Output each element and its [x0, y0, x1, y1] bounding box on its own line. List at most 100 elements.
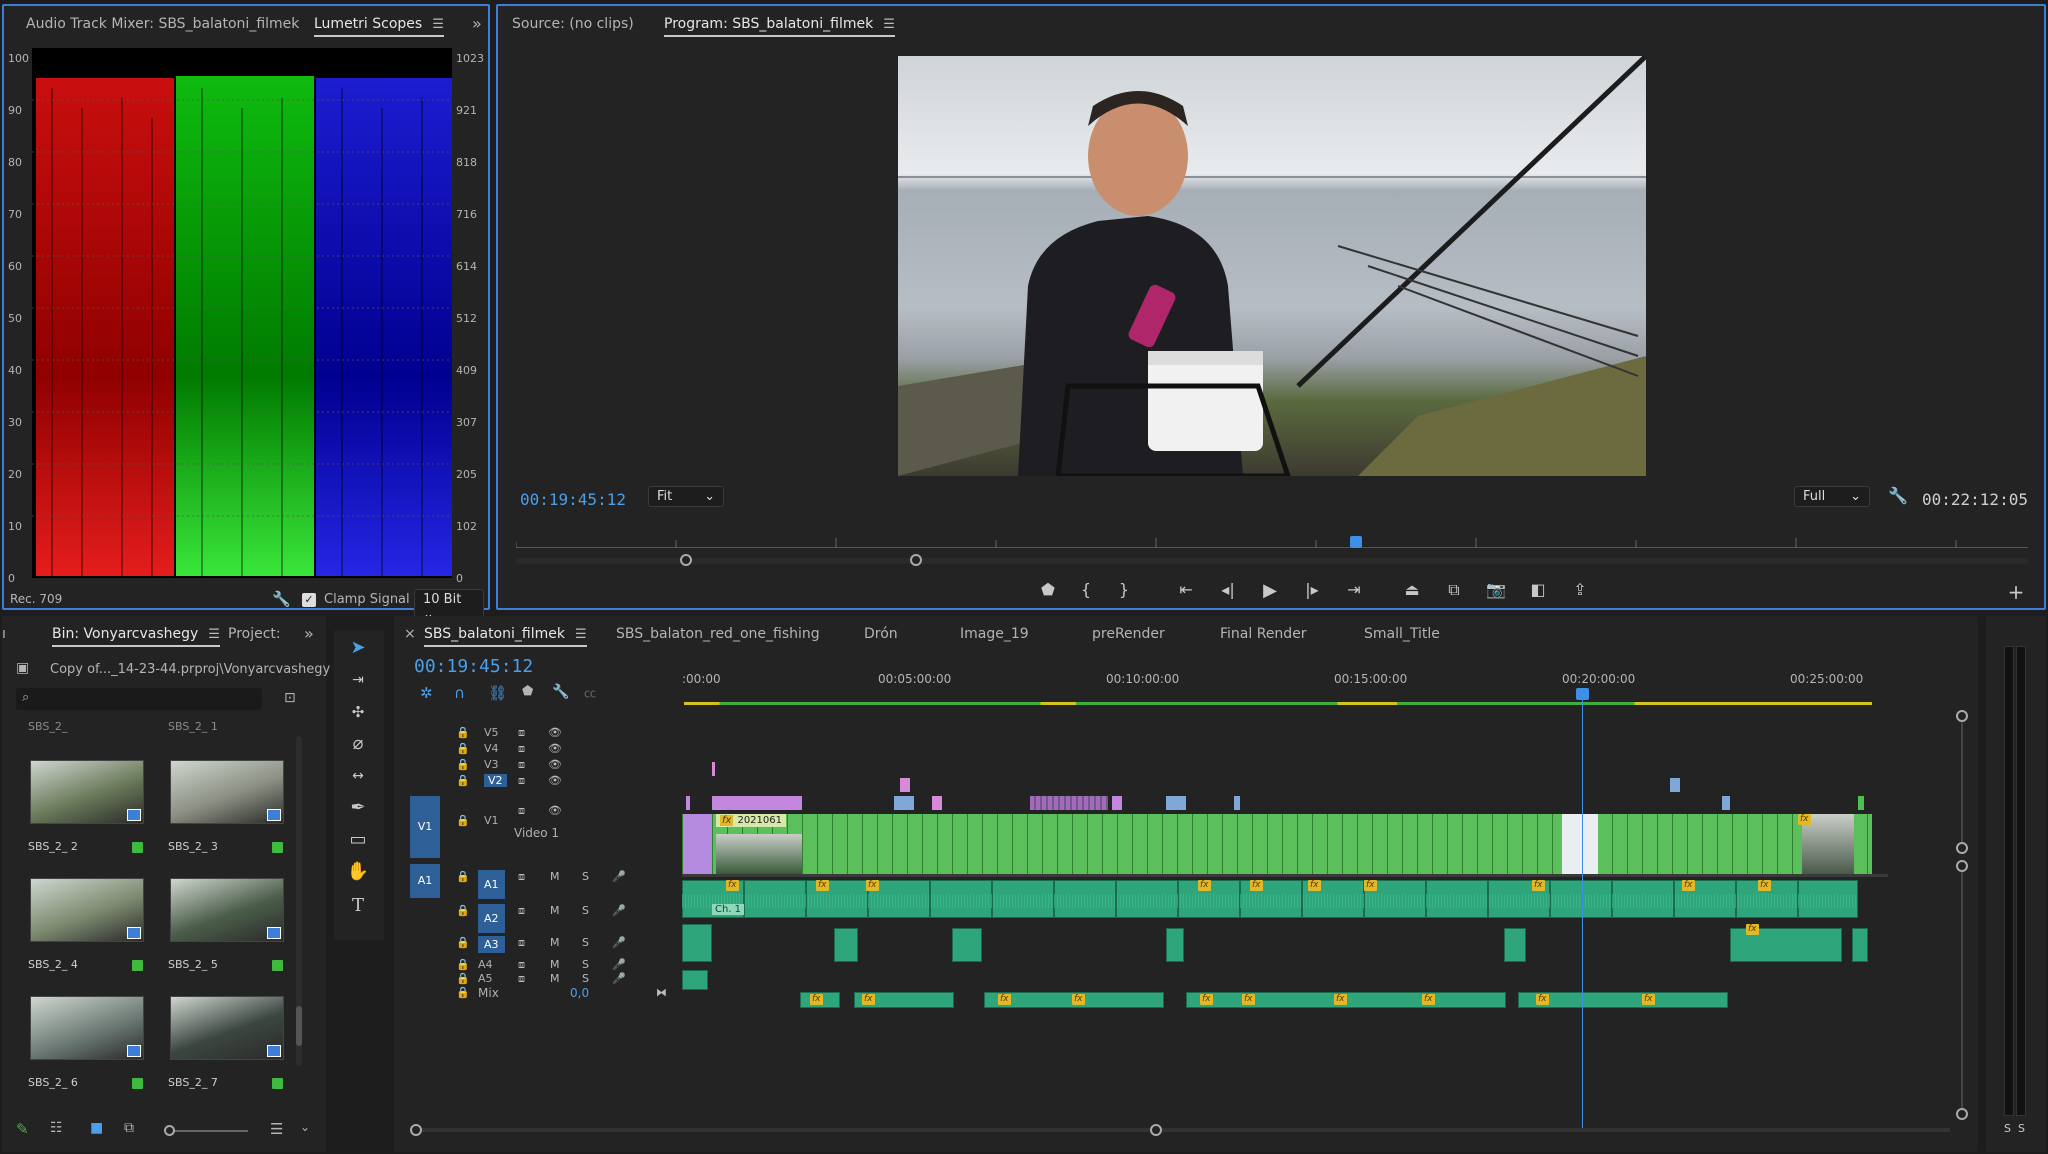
go-to-in-icon[interactable]: ⇤: [1174, 580, 1198, 599]
lock-icon[interactable]: 🔒: [456, 758, 470, 771]
clip-thumbnail[interactable]: [170, 760, 284, 824]
mark-in-icon[interactable]: {: [1074, 580, 1098, 599]
vscroll-top-handle[interactable]: [1956, 710, 1968, 722]
solo-button[interactable]: S: [582, 972, 589, 985]
linked-selection-icon[interactable]: ⛓: [488, 684, 507, 702]
overflow-chevron-icon[interactable]: »: [472, 14, 482, 33]
lock-icon[interactable]: 🔒: [456, 936, 470, 949]
sequence-tab[interactable]: SBS_balaton_red_one_fishing: [616, 626, 820, 642]
sync-lock-icon[interactable]: ⧈: [518, 904, 525, 918]
sequence-tab[interactable]: Image_19: [960, 626, 1029, 642]
zoom-handle-right[interactable]: [910, 554, 922, 566]
clip-thumbnail[interactable]: [30, 760, 144, 824]
mute-button[interactable]: M: [550, 958, 560, 971]
quality-dropdown[interactable]: Full ⌄: [1794, 486, 1870, 507]
tracks-area[interactable]: fx 2021061 Ch. 1 fx fx fx fx fx fx fx fx…: [682, 708, 1888, 1128]
a3-clip[interactable]: [682, 970, 708, 990]
voiceover-mic-icon[interactable]: 🎤: [612, 904, 626, 917]
voiceover-mic-icon[interactable]: 🎤: [612, 958, 626, 971]
clip-thumbnail[interactable]: [170, 996, 284, 1060]
label-color-swatch[interactable]: [272, 1078, 283, 1089]
freeform-view-icon[interactable]: ⧉: [124, 1120, 134, 1136]
lift-icon[interactable]: ⏏: [1400, 580, 1424, 599]
hand-tool-icon[interactable]: ✋: [344, 858, 372, 886]
hscroll-left-handle[interactable]: [410, 1124, 422, 1136]
voiceover-mic-icon[interactable]: 🎤: [612, 936, 626, 949]
program-zoom-scrollbar[interactable]: [516, 554, 2028, 566]
clamp-signal-checkbox[interactable]: ✓: [302, 593, 316, 607]
voiceover-mic-icon[interactable]: 🎤: [612, 972, 626, 985]
mute-button[interactable]: M: [550, 904, 560, 917]
type-tool-icon[interactable]: T: [344, 892, 372, 920]
mute-button[interactable]: M: [550, 870, 560, 883]
sync-lock-icon[interactable]: ⧈: [518, 958, 525, 972]
label-color-swatch[interactable]: [272, 960, 283, 971]
mute-button[interactable]: M: [550, 972, 560, 985]
thumbnail-size-slider[interactable]: [164, 1125, 248, 1136]
selection-tool-icon[interactable]: ➤: [344, 634, 372, 662]
export-frame-camera-icon[interactable]: 📷: [1484, 580, 1508, 599]
timeline-playhead-handle[interactable]: [1576, 688, 1589, 700]
program-scrub-ruler[interactable]: [515, 534, 2028, 548]
timeline-settings-wrench-icon[interactable]: 🔧: [552, 684, 569, 700]
hscroll-right-handle[interactable]: [1150, 1124, 1162, 1136]
label-color-swatch[interactable]: [132, 1078, 143, 1089]
panel-menu-icon[interactable]: ☰: [432, 17, 444, 32]
eye-icon[interactable]: 👁: [548, 726, 562, 739]
timeline-hscrollbar[interactable]: [410, 1128, 1950, 1132]
share-icon[interactable]: ⇪: [1568, 580, 1592, 599]
step-forward-icon[interactable]: |▸: [1300, 580, 1324, 599]
timeline-current-timecode[interactable]: 00:19:45:12: [414, 656, 533, 677]
source-patch-a1[interactable]: A1: [410, 864, 440, 898]
captions-icon[interactable]: ㏄: [584, 684, 596, 701]
mark-out-icon[interactable]: }: [1112, 580, 1136, 599]
v1-clip-main[interactable]: [682, 814, 1872, 874]
close-sequence-icon[interactable]: ×: [404, 626, 416, 642]
solo-button[interactable]: S: [582, 904, 589, 917]
source-patch-v1[interactable]: V1: [410, 796, 440, 858]
label-color-swatch[interactable]: [272, 842, 283, 853]
meter-solo-right[interactable]: S: [2018, 1122, 2025, 1135]
sync-lock-icon[interactable]: ⧈: [518, 726, 525, 740]
lock-icon[interactable]: 🔒: [456, 774, 470, 787]
step-back-icon[interactable]: ◂|: [1216, 580, 1240, 599]
overflow-chevron-icon[interactable]: »: [304, 624, 314, 643]
search-input[interactable]: ⌕: [16, 688, 262, 710]
label-color-swatch[interactable]: [132, 960, 143, 971]
lock-icon[interactable]: 🔒: [456, 742, 470, 755]
sync-lock-icon[interactable]: ⧈: [518, 804, 525, 818]
go-to-out-icon[interactable]: ⇥: [1342, 580, 1366, 599]
pen-tool-icon[interactable]: ✒: [344, 794, 372, 822]
tab-source[interactable]: Source: (no clips): [512, 16, 634, 32]
sync-lock-icon[interactable]: ⧈: [518, 870, 525, 884]
rectangle-tool-icon[interactable]: ▭: [344, 826, 372, 854]
sequence-tab[interactable]: SBS_balatoni_filmek ☰: [424, 626, 587, 647]
voiceover-mic-icon[interactable]: 🎤: [612, 870, 626, 883]
tab-lumetri-scopes[interactable]: Lumetri Scopes ☰: [314, 16, 444, 37]
program-playhead-marker[interactable]: [1350, 536, 1362, 548]
lock-icon[interactable]: 🔒: [456, 726, 470, 739]
lock-icon[interactable]: 🔒: [456, 814, 470, 827]
tab-left-fragment[interactable]: ı: [2, 626, 6, 642]
sequence-tab[interactable]: Final Render: [1220, 626, 1307, 642]
panel-menu-icon[interactable]: ☰: [575, 627, 587, 642]
play-icon[interactable]: ▶: [1258, 580, 1282, 601]
lock-icon[interactable]: 🔒: [456, 958, 470, 971]
icon-view-icon[interactable]: ■: [90, 1120, 103, 1136]
track-select-icon[interactable]: ⇥: [344, 666, 372, 694]
v4-clips[interactable]: [712, 762, 715, 776]
clip-thumbnail[interactable]: [170, 878, 284, 942]
clip-thumbnail[interactable]: [30, 878, 144, 942]
panel-menu-icon[interactable]: ☰: [208, 627, 220, 642]
tab-audio-track-mixer[interactable]: Audio Track Mixer: SBS_balatoni_filmek: [26, 16, 299, 32]
sequence-tab[interactable]: preRender: [1092, 626, 1165, 642]
sync-lock-icon[interactable]: ⧈: [518, 742, 525, 756]
sequence-tab[interactable]: Small_Title: [1364, 626, 1440, 642]
mix-pan-icon[interactable]: ⧓: [656, 986, 667, 999]
button-editor-plus-icon[interactable]: +: [2004, 580, 2028, 604]
sort-icon[interactable]: ☰: [270, 1120, 283, 1138]
eye-icon[interactable]: 👁: [548, 774, 562, 787]
meter-solo-left[interactable]: S: [2004, 1122, 2011, 1135]
a2-clips[interactable]: [682, 924, 1882, 962]
sync-lock-icon[interactable]: ⧈: [518, 774, 525, 788]
